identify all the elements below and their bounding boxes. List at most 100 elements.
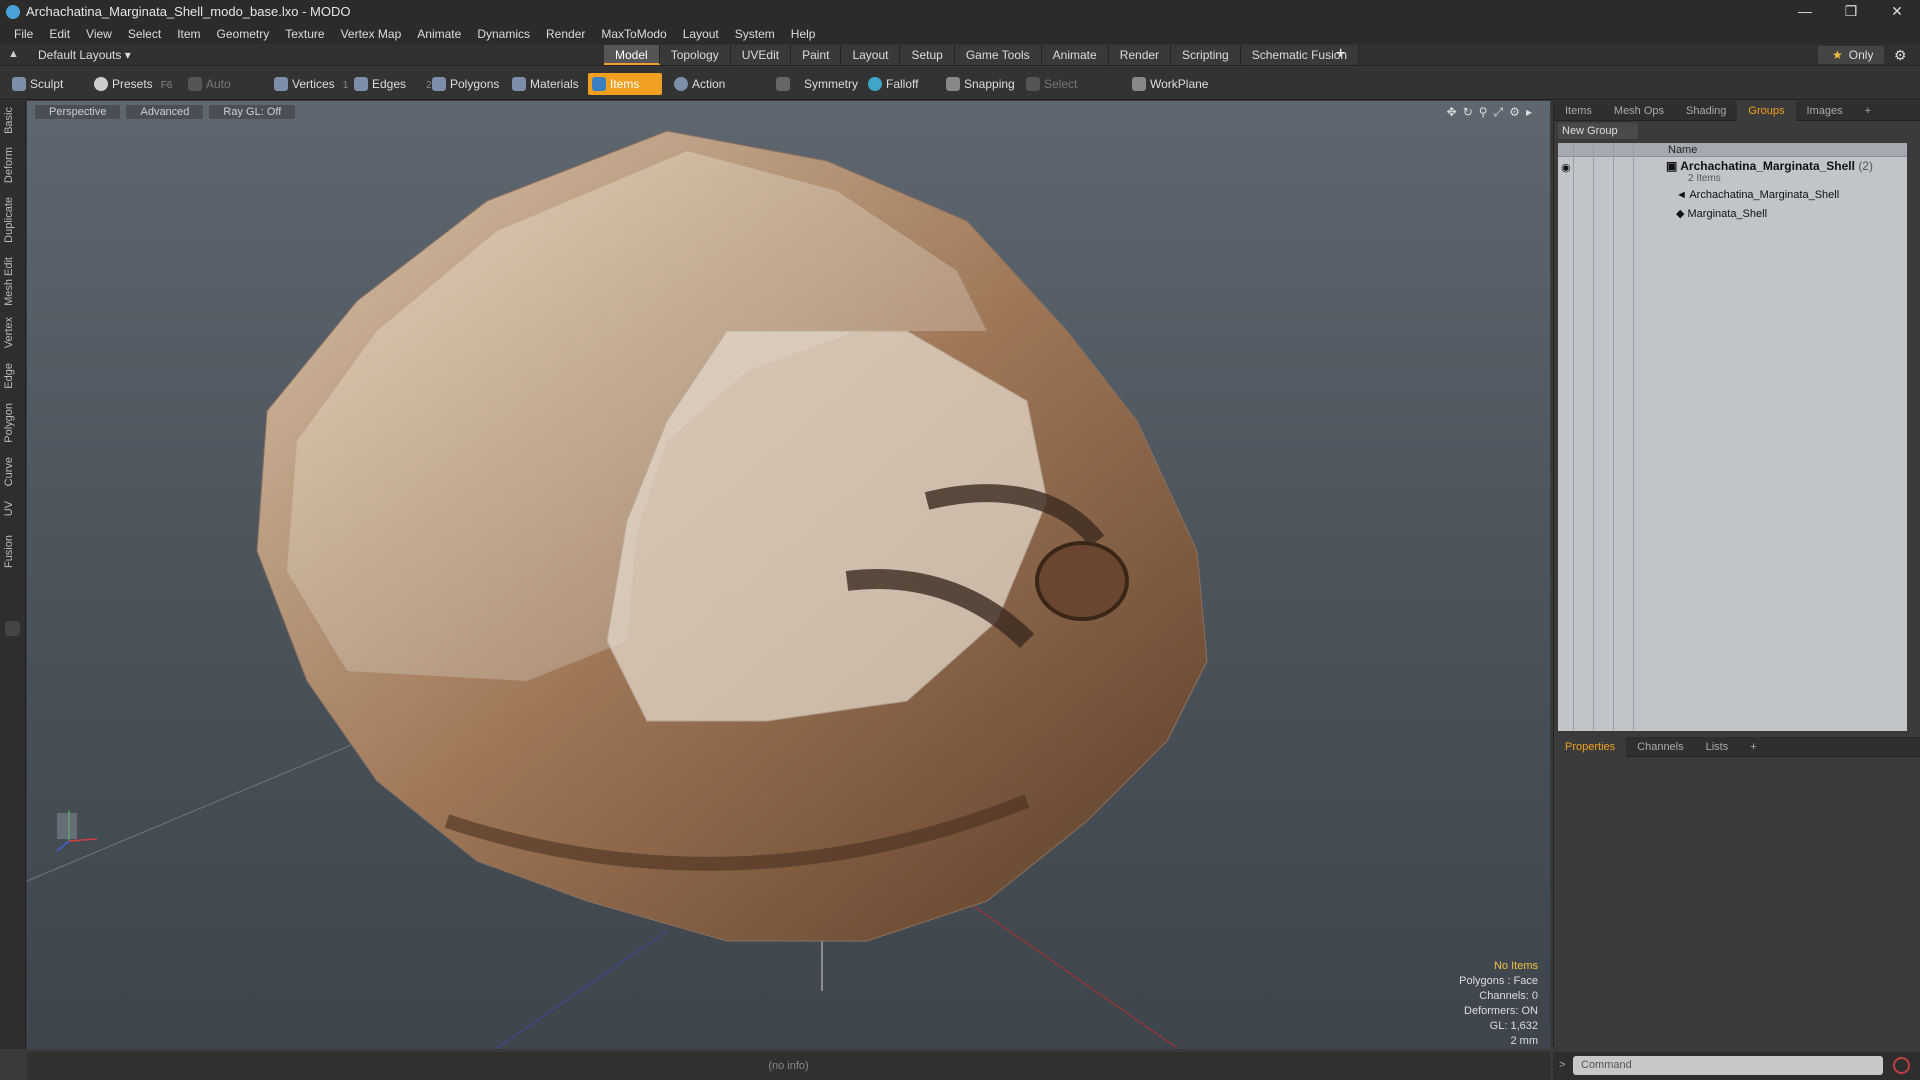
brush-icon	[12, 77, 26, 91]
group-icon: ▣	[1666, 159, 1681, 173]
vtab-edge[interactable]: Edge	[3, 363, 15, 389]
sculpt-button[interactable]: Sculpt	[8, 73, 84, 95]
tab-groups[interactable]: Groups	[1737, 100, 1796, 121]
add-panel-tab-button[interactable]: +	[1854, 101, 1882, 121]
maximize-button[interactable]: ❒	[1828, 3, 1874, 20]
tab-animate[interactable]: Animate	[1041, 45, 1109, 65]
tab-render[interactable]: Render	[1108, 45, 1172, 65]
vtab-curve[interactable]: Curve	[3, 457, 15, 486]
add-tab-button[interactable]: +	[1336, 45, 1345, 63]
visibility-column	[1558, 143, 1574, 731]
vtab-duplicate[interactable]: Duplicate	[3, 197, 15, 243]
vtab-polygon[interactable]: Polygon	[3, 403, 15, 443]
tab-setup[interactable]: Setup	[900, 45, 955, 65]
presets-button[interactable]: Presets F6	[90, 73, 176, 95]
pan-icon[interactable]: ✥	[1447, 105, 1457, 120]
view-mode-dropdown[interactable]: Perspective	[35, 105, 121, 119]
viewport-stats: No Items Polygons : Face Channels: 0 Def…	[1459, 959, 1538, 1049]
polygons-button[interactable]: Polygons	[428, 73, 500, 95]
menu-render[interactable]: Render	[538, 27, 593, 41]
gear-icon[interactable]: ⚙	[1894, 47, 1907, 64]
tab-items[interactable]: Items	[1554, 101, 1603, 121]
tab-uvedit[interactable]: UVEdit	[730, 45, 792, 65]
menu-maxtomodo[interactable]: MaxToModo	[593, 27, 674, 41]
symmetry-button[interactable]: Symmetry	[772, 73, 858, 95]
minimize-button[interactable]: —	[1782, 3, 1828, 20]
tab-properties[interactable]: Properties	[1554, 736, 1627, 757]
menu-view[interactable]: View	[78, 27, 120, 41]
3d-viewport[interactable]: Perspective Advanced Ray GL: Off ✥ ↻ ⚲ ⤢…	[27, 101, 1550, 1049]
auto-select-button[interactable]: Auto Select	[184, 73, 264, 113]
tab-scripting[interactable]: Scripting	[1171, 45, 1241, 65]
locator-icon: ◄	[1676, 189, 1690, 201]
menu-help[interactable]: Help	[783, 27, 824, 41]
menu-vertex-map[interactable]: Vertex Map	[333, 27, 410, 41]
menu-animate[interactable]: Animate	[409, 27, 469, 41]
vtab-vertex[interactable]: Vertex	[3, 317, 15, 348]
vtab-mesh-edit[interactable]: Mesh Edit	[3, 257, 15, 306]
workplane-button[interactable]: WorkPlane	[1128, 73, 1208, 95]
action-center-button[interactable]: Action Center	[670, 73, 764, 113]
tab-shading[interactable]: Shading	[1675, 101, 1737, 121]
vtab-fusion[interactable]: Fusion	[3, 535, 15, 568]
properties-panel-tabs: Properties Channels Lists +	[1554, 736, 1920, 757]
tab-lists[interactable]: Lists	[1695, 737, 1740, 757]
viewport-settings-icon[interactable]: ⚙	[1509, 105, 1520, 120]
stop-icon[interactable]	[1893, 1057, 1910, 1074]
group-child-archachatina[interactable]: ◄ Archachatina_Marginata_Shell	[1676, 189, 1839, 201]
select-through-button[interactable]: Select Through	[1022, 73, 1118, 113]
add-props-tab-button[interactable]: +	[1739, 737, 1767, 757]
tab-game-tools[interactable]: Game Tools	[954, 45, 1042, 65]
presets-icon	[94, 77, 108, 91]
group-row-archachatina[interactable]: ▣ Archachatina_Marginata_Shell (2)	[1666, 159, 1873, 173]
close-button[interactable]: ✕	[1874, 3, 1920, 20]
command-input[interactable]: Command	[1573, 1056, 1883, 1075]
tab-layout[interactable]: Layout	[841, 45, 901, 65]
menu-file[interactable]: File	[6, 27, 41, 41]
lock-column	[1598, 143, 1614, 731]
vtab-uv[interactable]: UV	[3, 501, 15, 516]
group-child-marginata[interactable]: ◆ Marginata_Shell	[1676, 207, 1767, 220]
layout-dropdown[interactable]: Default Layouts ▾	[38, 48, 131, 62]
fit-icon[interactable]: ⤢	[1494, 105, 1504, 120]
tab-mesh-ops[interactable]: Mesh Ops	[1603, 101, 1675, 121]
workplane-icon	[1132, 77, 1146, 91]
status-bar: (no info)	[27, 1052, 1550, 1080]
tab-model[interactable]: Model	[604, 45, 660, 65]
snapping-button[interactable]: Snapping	[942, 73, 1015, 95]
layout-tabs: Model Topology UVEdit Paint Layout Setup…	[604, 45, 1360, 65]
falloff-button[interactable]: Falloff	[864, 73, 934, 95]
eye-icon[interactable]: ◉	[1561, 161, 1571, 174]
raygl-toggle[interactable]: Ray GL: Off	[209, 105, 296, 119]
tab-images[interactable]: Images	[1796, 101, 1854, 121]
new-group-button[interactable]: New Group	[1558, 123, 1638, 139]
action-center-icon	[674, 77, 688, 91]
shading-dropdown[interactable]: Advanced	[126, 105, 204, 119]
menu-item[interactable]: Item	[169, 27, 208, 41]
command-prompt: >	[1559, 1059, 1566, 1071]
window-controls: — ❒ ✕	[1782, 3, 1920, 20]
menu-layout[interactable]: Layout	[675, 27, 727, 41]
layout-collapse-icon[interactable]: ▲	[8, 48, 20, 60]
vtab-deform[interactable]: Deform	[3, 147, 15, 183]
menu-system[interactable]: System	[727, 27, 783, 41]
panel-toggle-icon[interactable]	[5, 621, 20, 636]
vtab-basic[interactable]: Basic	[3, 107, 15, 134]
menu-texture[interactable]: Texture	[277, 27, 332, 41]
tab-channels[interactable]: Channels	[1626, 737, 1694, 757]
rotate-icon[interactable]: ↻	[1463, 105, 1473, 120]
viewport-menu-icon[interactable]: ▸	[1526, 105, 1532, 120]
vertices-button[interactable]: Vertices 1	[270, 73, 348, 95]
menu-geometry[interactable]: Geometry	[209, 27, 278, 41]
select-through-icon	[1026, 77, 1040, 91]
edges-button[interactable]: Edges 2	[350, 73, 432, 95]
menu-dynamics[interactable]: Dynamics	[469, 27, 538, 41]
tab-topology[interactable]: Topology	[659, 45, 731, 65]
zoom-icon[interactable]: ⚲	[1479, 105, 1488, 120]
only-toggle[interactable]: ★ Only	[1818, 46, 1884, 64]
menu-edit[interactable]: Edit	[41, 27, 78, 41]
items-button[interactable]: Items	[588, 73, 662, 95]
menu-select[interactable]: Select	[120, 27, 169, 41]
tab-paint[interactable]: Paint	[791, 45, 842, 65]
materials-button[interactable]: Materials	[508, 73, 580, 95]
